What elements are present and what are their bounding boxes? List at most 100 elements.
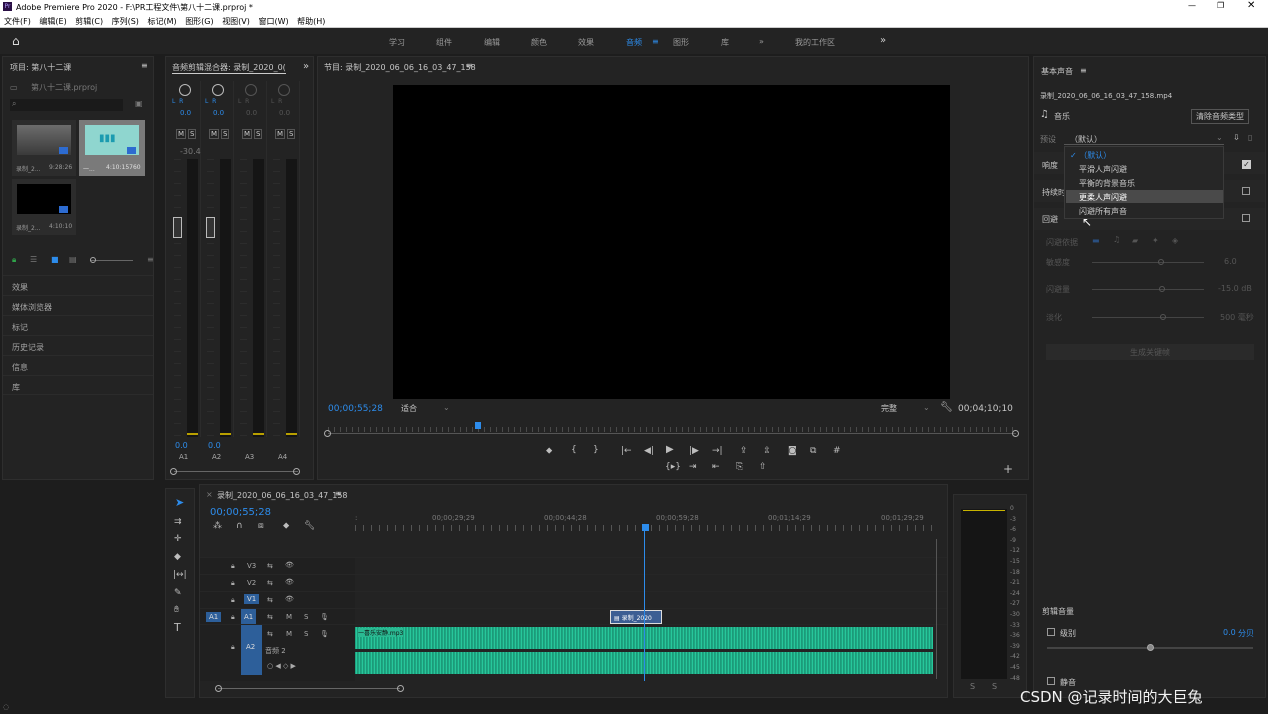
track-select-tool-icon[interactable]: ⇉	[174, 517, 182, 527]
solo-button[interactable]: S	[188, 129, 197, 139]
go-to-in-icon[interactable]: |←	[621, 446, 632, 456]
panel-tab-history[interactable]: 历史记录	[3, 335, 153, 355]
mute-button[interactable]: M	[209, 129, 220, 139]
comparison-icon[interactable]: ⧉	[810, 446, 816, 456]
go-to-out-icon[interactable]: →|	[712, 446, 723, 456]
pan-knob-icon[interactable]	[179, 84, 191, 96]
voiceover-icon[interactable]: 🎙︎	[320, 630, 329, 638]
fader-track[interactable]	[240, 159, 247, 437]
lock-icon[interactable]: 🔒︎	[231, 596, 235, 605]
selection-tool-icon[interactable]: ➤	[175, 497, 184, 508]
menu-graphics[interactable]: 图形(G)	[185, 17, 213, 26]
sync-lock-icon[interactable]: ⇆	[267, 613, 273, 621]
eye-icon[interactable]: 👁︎	[285, 595, 294, 603]
zoom-slider-handle[interactable]	[90, 257, 96, 263]
menu-file[interactable]: 文件(F)	[4, 17, 31, 26]
linked-selection-icon[interactable]: ⧈	[258, 521, 264, 531]
slip-tool-icon[interactable]: |↔|	[173, 570, 187, 580]
eye-icon[interactable]: 👁︎	[285, 561, 294, 569]
fade-value[interactable]: 500 毫秒	[1220, 312, 1254, 323]
panel-tab-markers[interactable]: 标记	[3, 315, 153, 335]
workspace-editing[interactable]: 编辑	[484, 37, 500, 48]
dragged-clip[interactable]: ▤ 录制_2020	[610, 610, 662, 624]
loudness-checkbox[interactable]: ✓	[1242, 160, 1251, 169]
workspace-audio[interactable]: 音频	[626, 37, 642, 48]
hand-tool-icon[interactable]: ✋︎	[174, 605, 179, 615]
fit-select[interactable]: 适合	[401, 403, 417, 414]
panel-tab-info[interactable]: 信息	[3, 355, 153, 375]
playhead-marker[interactable]	[642, 524, 649, 531]
level-checkbox[interactable]	[1047, 628, 1055, 636]
project-title[interactable]: 项目: 第八十二课	[10, 62, 71, 73]
lock-icon[interactable]: 🔒︎	[12, 255, 16, 265]
workspace-assembly[interactable]: 组件	[436, 37, 452, 48]
mute-checkbox[interactable]	[1047, 677, 1055, 685]
insert-icon[interactable]: ⇥	[689, 462, 697, 472]
sync-lock-icon[interactable]: ⇆	[267, 579, 273, 587]
voiceover-icon[interactable]: 🎙︎	[320, 613, 329, 621]
pan-value[interactable]: 0.0	[180, 109, 191, 117]
workspace-effects[interactable]: 效果	[578, 37, 594, 48]
lock-icon[interactable]: 🔒︎	[231, 562, 235, 571]
scroll-handle-right[interactable]	[1012, 430, 1019, 437]
minimize-icon[interactable]: —	[1188, 1, 1196, 10]
workspace-libraries[interactable]: 库	[721, 37, 729, 48]
fader-track[interactable]	[174, 159, 181, 437]
play-in-to-out-icon[interactable]: {▸}	[665, 462, 681, 472]
menu-window[interactable]: 窗口(W)	[258, 17, 288, 26]
workspace-learn[interactable]: 学习	[389, 37, 405, 48]
icon-view-icon[interactable]: ■	[51, 255, 59, 264]
ambience-icon[interactable]: ✦	[1152, 236, 1159, 245]
menu-marker[interactable]: 标记(M)	[147, 17, 176, 26]
workspace-more[interactable]: »	[759, 37, 764, 46]
add-marker-icon[interactable]: ⬥	[283, 521, 289, 531]
source-patch-a1[interactable]: A1	[206, 612, 222, 622]
project-item-1[interactable]: 录制_2... 9:28:26	[12, 120, 76, 176]
nest-icon[interactable]: ⁂	[213, 521, 222, 531]
lock-icon[interactable]: 🔒︎	[231, 613, 235, 622]
menu-sequence[interactable]: 序列(S)	[112, 17, 139, 26]
fade-slider[interactable]	[1092, 317, 1204, 318]
dropdown-item-3[interactable]: 更柔人声闪避	[1066, 190, 1223, 203]
level-value[interactable]: 0.0	[1223, 628, 1236, 637]
mute-button[interactable]: M	[286, 613, 292, 621]
music-icon[interactable]: ♫	[1113, 235, 1120, 244]
zoom-slider[interactable]	[91, 260, 133, 261]
scroll-handle-right[interactable]	[293, 468, 300, 475]
mute-button[interactable]: M	[242, 129, 253, 139]
home-icon[interactable]: ⌂	[12, 34, 20, 48]
keyframe-controls-icon[interactable]: ○ ◀ ◇ ▶	[267, 662, 296, 670]
camera-icon[interactable]: ◙	[788, 446, 797, 456]
dropdown-item-1[interactable]: 平滑人声闪避	[1066, 162, 1222, 175]
ripple-edit-tool-icon[interactable]: ✛	[174, 534, 182, 544]
duck-amount-slider[interactable]	[1092, 289, 1204, 290]
mute-button[interactable]: M	[275, 129, 286, 139]
pen-tool-icon[interactable]: ✎	[174, 588, 182, 598]
save-preset-icon[interactable]: ⇩	[1233, 133, 1240, 142]
track-label-a1[interactable]: A1	[241, 609, 257, 625]
pan-value[interactable]: 0.0	[279, 109, 290, 117]
vertical-scrollbar[interactable]	[936, 539, 937, 679]
panel-menu-icon[interactable]: ≡	[1080, 66, 1087, 75]
pan-knob-icon[interactable]	[245, 84, 257, 96]
timeline-timecode[interactable]: 00;00;55;28	[210, 507, 271, 518]
menu-edit[interactable]: 编辑(E)	[39, 17, 66, 26]
duck-amount-handle[interactable]	[1159, 286, 1165, 292]
solo-button[interactable]: S	[304, 630, 308, 638]
eye-icon[interactable]: 👁︎	[285, 578, 294, 586]
project-menu-icon[interactable]: ≡	[141, 61, 148, 70]
pan-knob-icon[interactable]	[212, 84, 224, 96]
add-button-icon[interactable]: +	[1003, 463, 1013, 475]
overflow-icon[interactable]: »	[303, 61, 309, 72]
workspace-color[interactable]: 颜色	[531, 37, 547, 48]
scroll-handle-left[interactable]	[170, 468, 177, 475]
fader-track[interactable]	[207, 159, 214, 437]
panel-menu-icon[interactable]: ≡	[335, 489, 342, 498]
pan-value[interactable]: 0.0	[213, 109, 224, 117]
freeform-view-icon[interactable]: ▤	[69, 255, 77, 264]
step-forward-icon[interactable]: |▶	[689, 446, 699, 456]
fader-track[interactable]	[273, 159, 280, 437]
audio-track-name[interactable]: 音频 2	[265, 646, 286, 656]
type-tool-icon[interactable]: T	[174, 622, 181, 633]
lock-icon[interactable]: 🔒︎	[231, 579, 235, 588]
